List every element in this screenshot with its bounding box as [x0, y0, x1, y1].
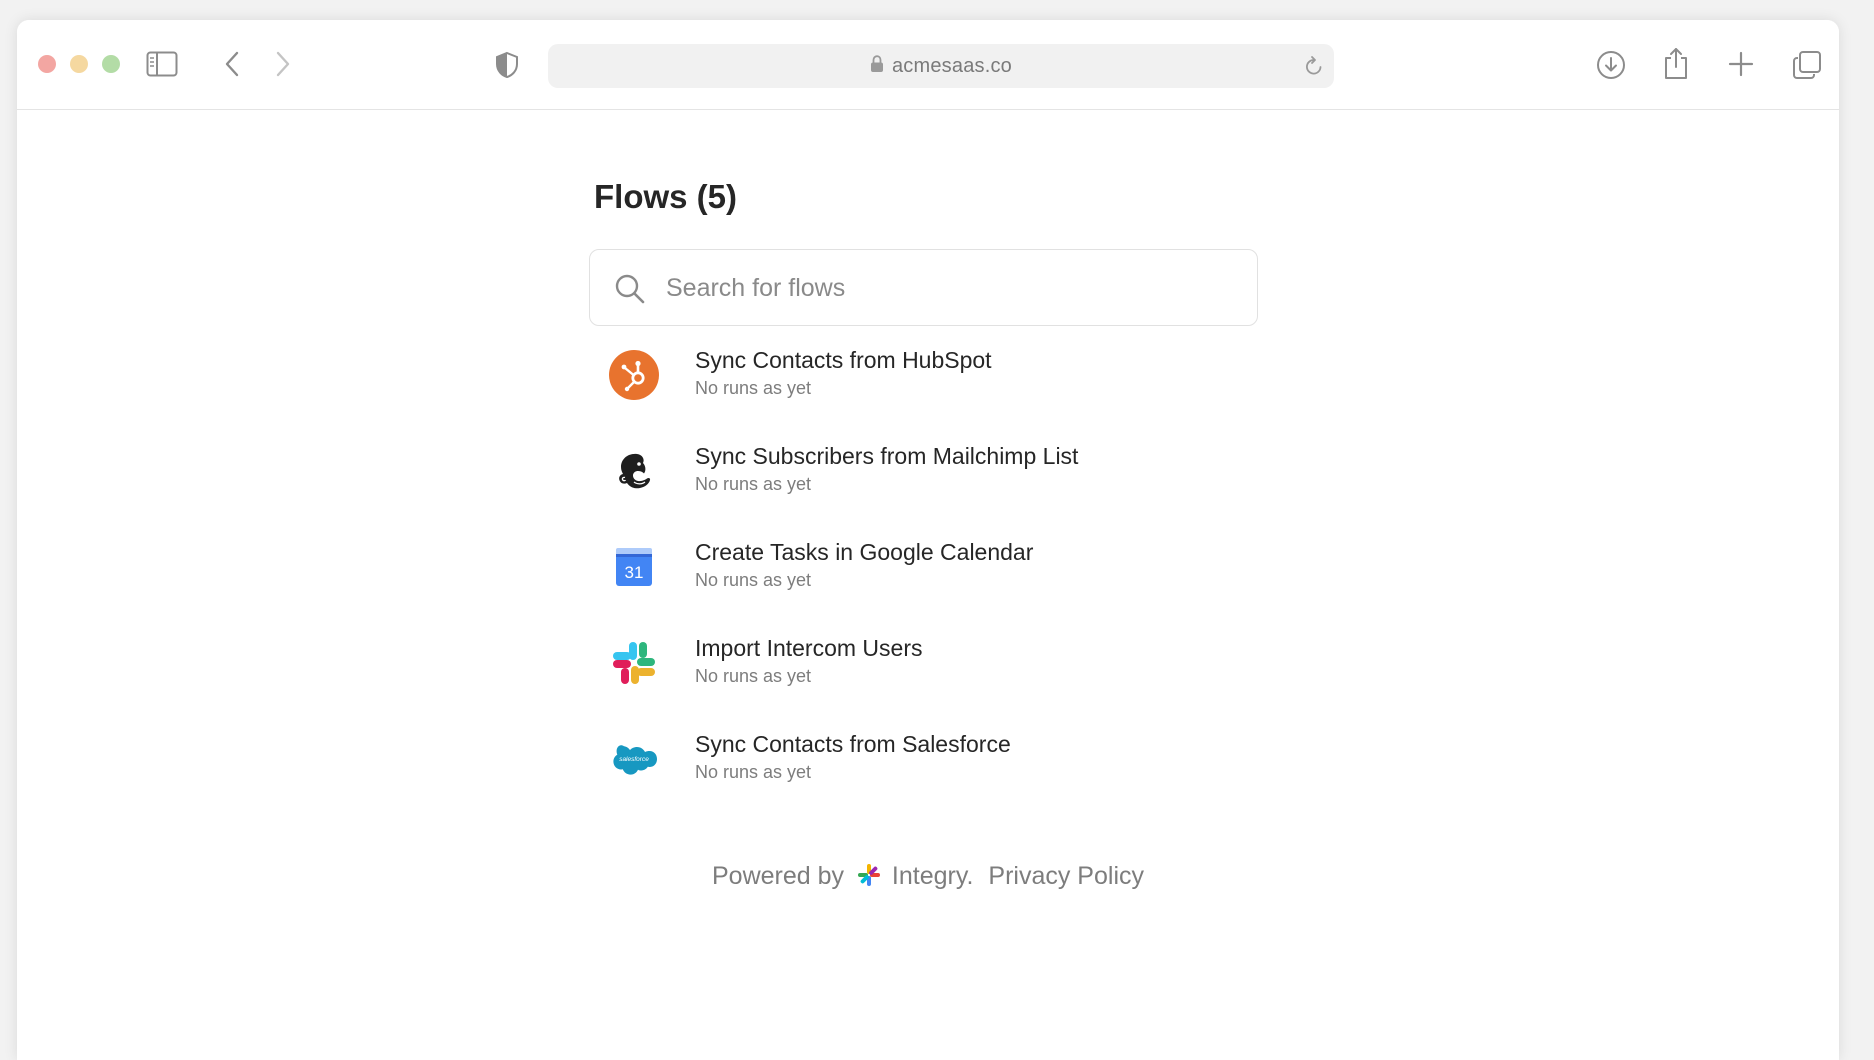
integry-logo-icon: [857, 863, 881, 894]
flow-status: No runs as yet: [695, 666, 812, 686]
flow-list: Sync Contacts from HubSpot No runs as ye…: [609, 340, 1249, 820]
back-icon[interactable]: [223, 50, 241, 78]
address-bar[interactable]: acmesaas.co: [548, 44, 1334, 88]
flow-item[interactable]: Import Intercom Users No runs as yet: [609, 628, 1249, 724]
slack-icon: [609, 638, 659, 688]
flow-status: No runs as yet: [695, 378, 812, 398]
flow-name: Sync Contacts from HubSpot: [695, 347, 992, 373]
flow-status: No runs as yet: [695, 474, 812, 494]
integry-brand-link[interactable]: Integry.: [892, 862, 974, 890]
flow-item[interactable]: salesforce Sync Contacts from Salesforce…: [609, 724, 1249, 820]
browser-window: acmesaas.co Flows (5) Search for flows S…: [17, 20, 1839, 1060]
close-window-button[interactable]: [38, 55, 56, 73]
lock-icon: [870, 54, 884, 78]
flow-status: No runs as yet: [695, 762, 812, 782]
new-tab-icon[interactable]: [1728, 51, 1754, 77]
search-icon: [615, 274, 645, 304]
hubspot-icon: [609, 350, 659, 400]
search-box[interactable]: [589, 249, 1258, 326]
flow-name: Sync Contacts from Salesforce: [695, 731, 1011, 757]
reload-icon[interactable]: [1304, 55, 1324, 82]
sidebar-toggle-icon[interactable]: [146, 51, 178, 77]
google-calendar-icon: 31: [609, 542, 659, 592]
downloads-icon[interactable]: [1596, 50, 1626, 80]
url-text: acmesaas.co: [891, 54, 1013, 77]
flow-item[interactable]: Sync Contacts from HubSpot No runs as ye…: [609, 340, 1249, 436]
flow-name: Create Tasks in Google Calendar: [695, 539, 1034, 565]
forward-icon[interactable]: [274, 50, 292, 78]
privacy-policy-link[interactable]: Privacy Policy: [988, 862, 1144, 890]
minimize-window-button[interactable]: [70, 55, 88, 73]
flow-item[interactable]: 31 Create Tasks in Google Calendar No ru…: [609, 532, 1249, 628]
privacy-shield-icon[interactable]: [495, 51, 519, 79]
flow-name: Sync Subscribers from Mailchimp List: [695, 443, 1079, 469]
flow-name: Import Intercom Users: [695, 635, 923, 661]
share-icon[interactable]: [1663, 46, 1689, 80]
browser-toolbar: acmesaas.co: [17, 20, 1839, 110]
mailchimp-icon: [609, 446, 659, 496]
svg-text:31: 31: [625, 563, 644, 582]
page-title: Flows (5): [594, 178, 738, 215]
footer: Powered by Integry. Privacy Policy: [17, 862, 1839, 894]
zoom-window-button[interactable]: [102, 55, 120, 73]
search-input[interactable]: [664, 268, 1228, 308]
tab-overview-icon[interactable]: [1792, 50, 1822, 80]
salesforce-icon: salesforce: [609, 734, 659, 784]
powered-by-label: Powered by: [711, 862, 845, 890]
svg-text:salesforce: salesforce: [619, 756, 649, 763]
flow-item[interactable]: Sync Subscribers from Mailchimp List No …: [609, 436, 1249, 532]
flow-status: No runs as yet: [695, 570, 812, 590]
